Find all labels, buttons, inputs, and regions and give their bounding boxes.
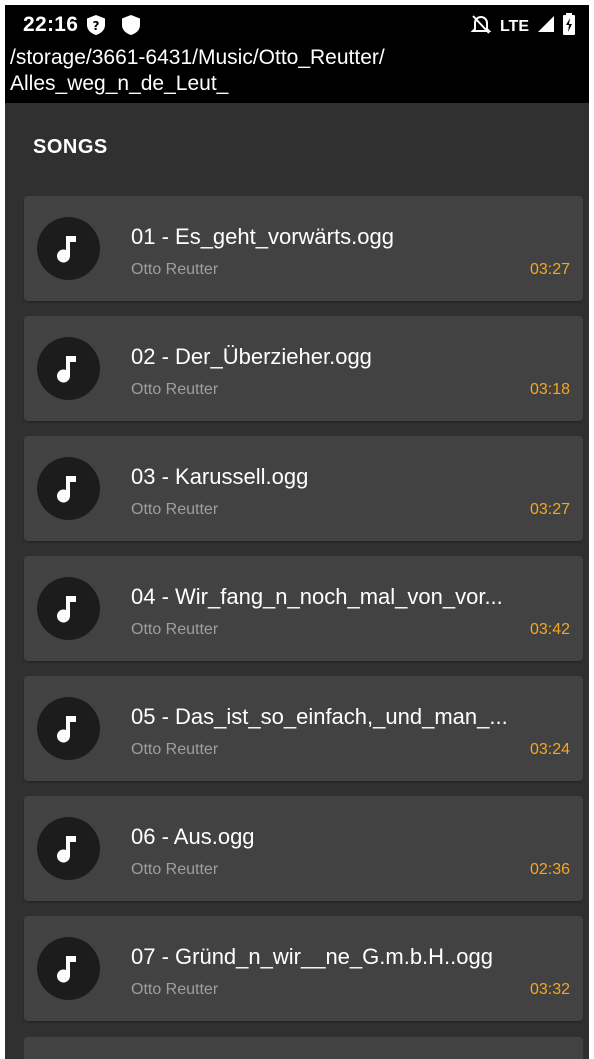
status-notification-icons: ? [85,14,141,41]
folder-path-line2: Alles_weg_n_de_Leut_ [10,72,229,95]
song-item-3[interactable]: 03 - Karussell.ogg Otto Reutter 03:27 [24,436,583,541]
status-time: 22:16 [23,13,79,36]
song-duration: 03:32 [529,981,570,998]
svg-text:?: ? [93,19,100,33]
song-title: 04 - Wir_fang_n_noch_mal_von_vor... [131,584,503,609]
song-artist: Otto Reutter [131,741,219,758]
song-title: 03 - Karussell.ogg [131,464,309,489]
screen: 22:16 ? LTE /storage/3661-6431/Music/Ott… [5,5,589,1059]
network-type-label: LTE [499,17,529,35]
help-shield-icon: ? [85,14,107,41]
music-note-icon [37,457,100,520]
signal-icon [537,15,555,38]
song-item-2[interactable]: 02 - Der_Überzieher.ogg Otto Reutter 03:… [24,316,583,421]
song-item-4[interactable]: 04 - Wir_fang_n_noch_mal_von_vor... Otto… [24,556,583,661]
song-artist: Otto Reutter [131,501,219,518]
song-list: 01 - Es_geht_vorwärts.ogg Otto Reutter 0… [24,196,583,1036]
status-system-icons: LTE [470,13,575,40]
song-duration: 03:18 [529,381,570,398]
song-duration: 02:36 [529,861,570,878]
song-artist: Otto Reutter [131,861,219,878]
song-duration: 03:24 [529,741,570,758]
song-item-7[interactable]: 07 - Gründ_n_wir__ne_G.m.b.H..ogg Otto R… [24,916,583,1021]
folder-path-line1: /storage/3661-6431/Music/Otto_Reutter/ [10,46,385,69]
music-note-icon [37,337,100,400]
song-title: 02 - Der_Überzieher.ogg [131,344,372,369]
song-item-1[interactable]: 01 - Es_geht_vorwärts.ogg Otto Reutter 0… [24,196,583,301]
music-note-icon [37,697,100,760]
music-note-icon [37,817,100,880]
song-artist: Otto Reutter [131,621,219,638]
song-title: 05 - Das_ist_so_einfach,_und_man_... [131,704,508,729]
song-item-5[interactable]: 05 - Das_ist_so_einfach,_und_man_... Ott… [24,676,583,781]
song-item-6[interactable]: 06 - Aus.ogg Otto Reutter 02:36 [24,796,583,901]
alarm-off-icon [470,13,492,40]
status-bar: 22:16 ? LTE [5,5,589,45]
song-item-partial[interactable] [24,1037,583,1059]
song-artist: Otto Reutter [131,981,219,998]
song-duration: 03:27 [529,501,570,518]
shield-icon [121,14,141,41]
song-title: 07 - Gründ_n_wir__ne_G.m.b.H..ogg [131,944,493,969]
section-title-songs: SONGS [33,136,108,158]
music-note-icon [37,937,100,1000]
song-title: 06 - Aus.ogg [131,824,255,849]
music-note-icon [37,217,100,280]
battery-charging-icon [563,13,575,40]
music-note-icon [37,577,100,640]
folder-path: /storage/3661-6431/Music/Otto_Reutter/ A… [5,45,589,103]
song-title: 01 - Es_geht_vorwärts.ogg [131,224,394,249]
song-duration: 03:27 [529,261,570,278]
song-artist: Otto Reutter [131,381,219,398]
song-artist: Otto Reutter [131,261,219,278]
song-duration: 03:42 [529,621,570,638]
